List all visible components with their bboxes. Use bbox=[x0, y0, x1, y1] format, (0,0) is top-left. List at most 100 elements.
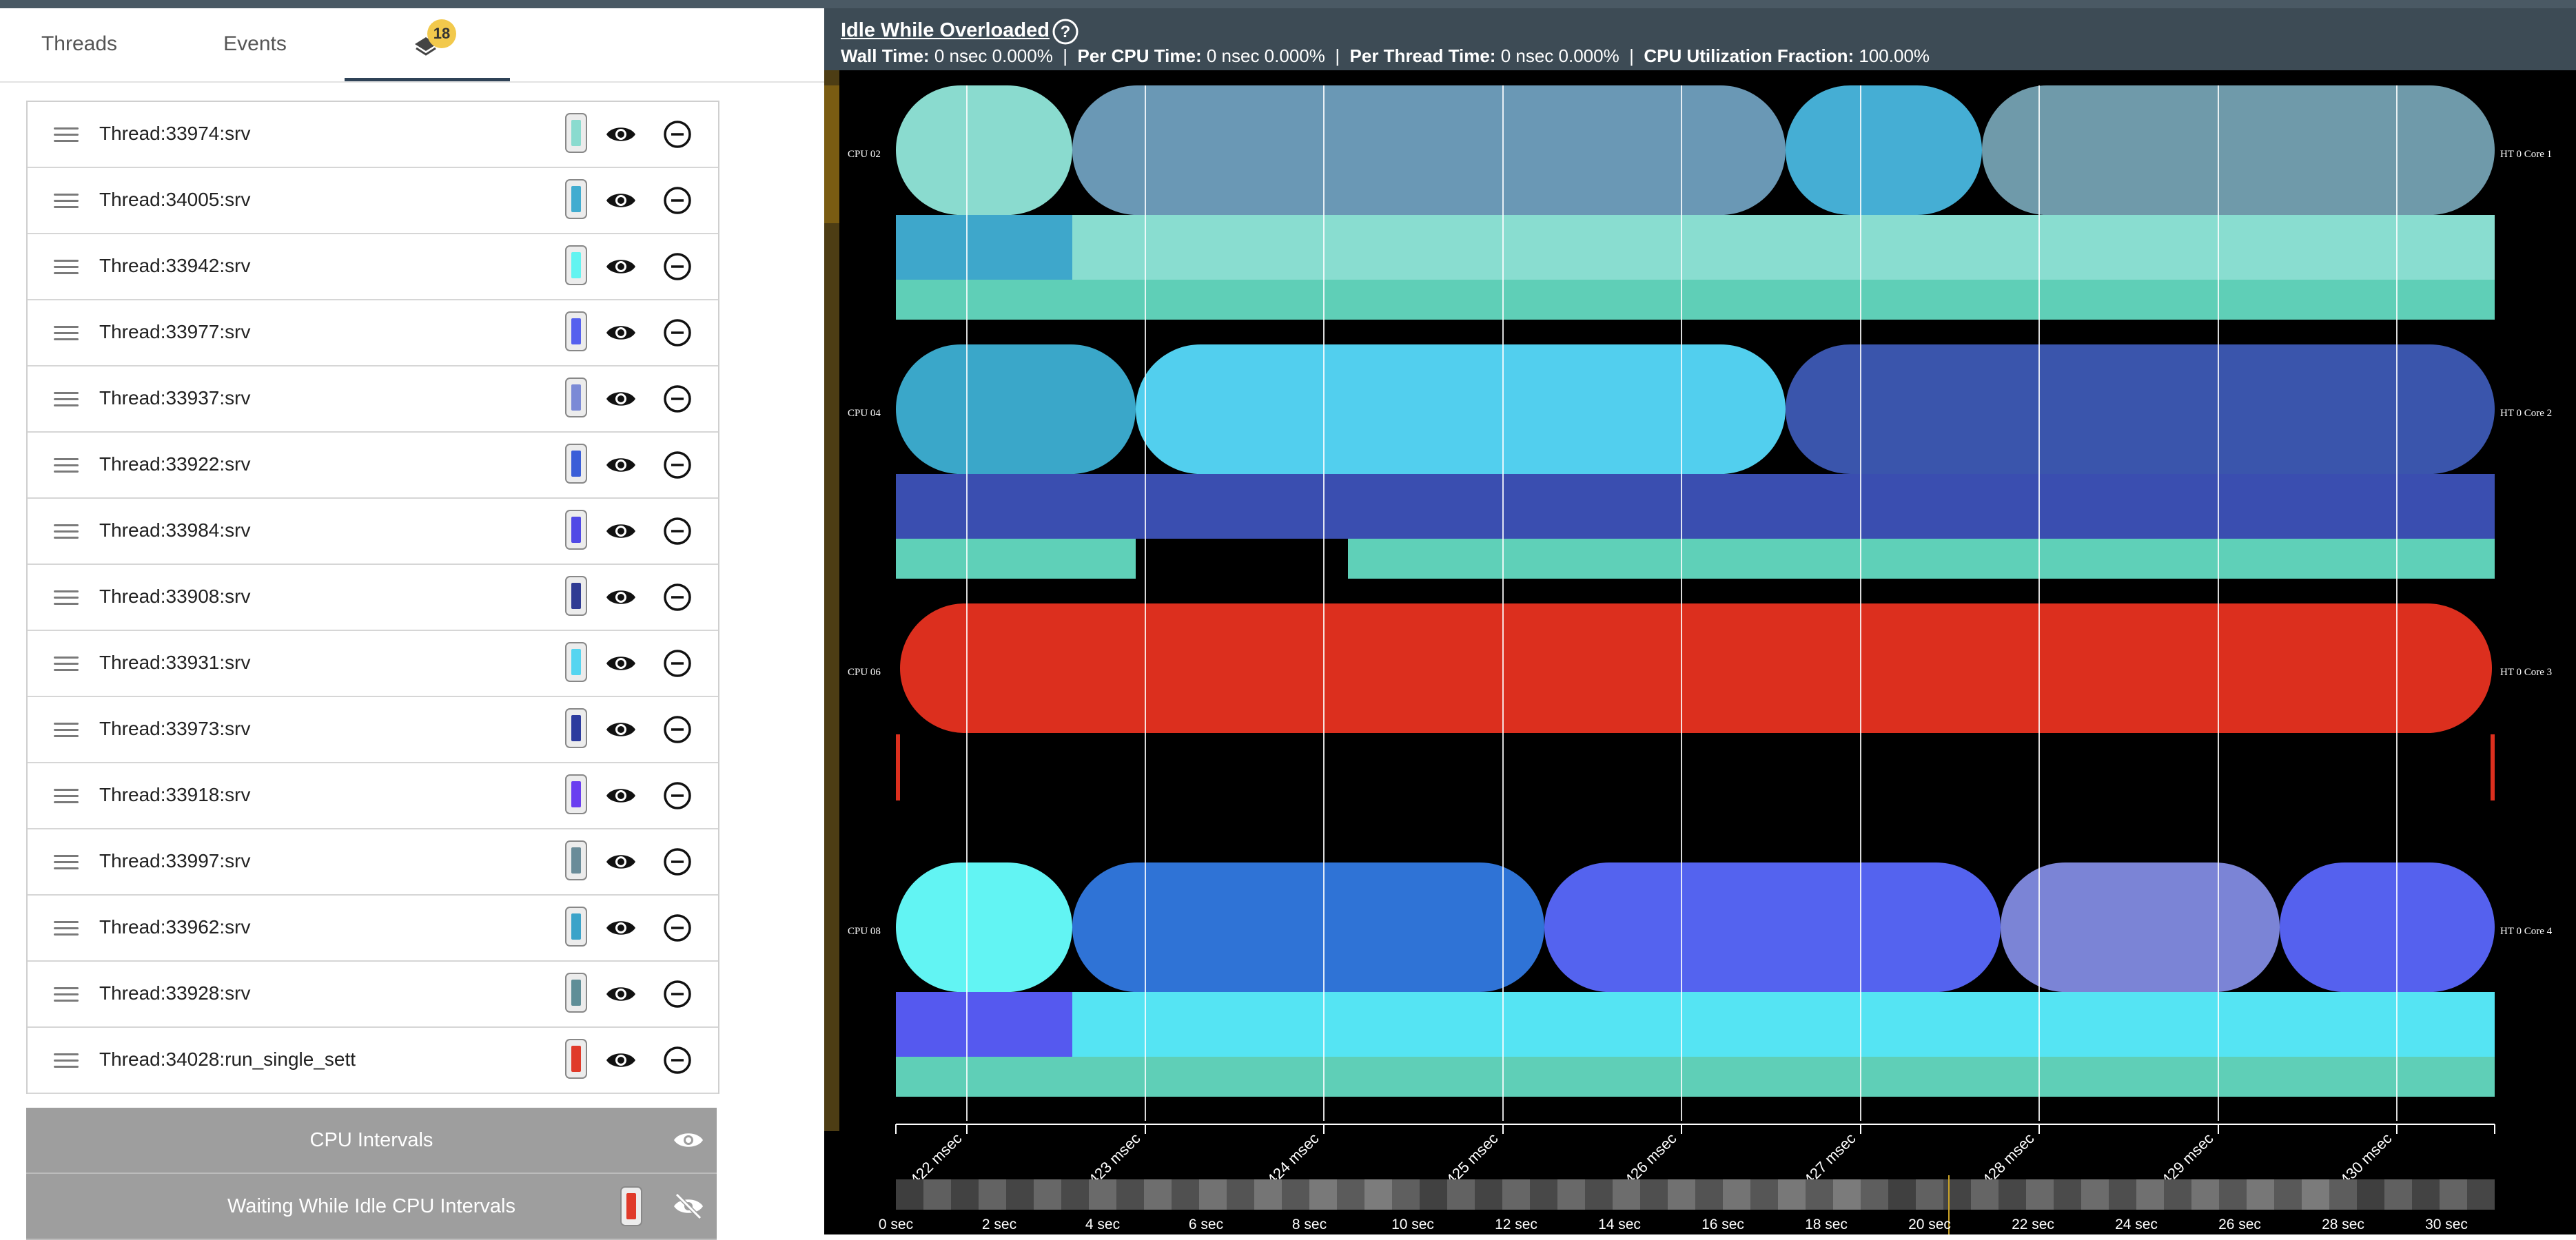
color-swatch[interactable] bbox=[565, 179, 587, 219]
overview-cell bbox=[1364, 1179, 1392, 1210]
thread-row[interactable]: Thread:33977:srv bbox=[28, 300, 718, 366]
thread-interval bbox=[896, 474, 2495, 539]
remove-icon[interactable] bbox=[663, 384, 692, 413]
thread-row[interactable]: Thread:33997:srv bbox=[28, 829, 718, 896]
drag-handle-icon[interactable] bbox=[54, 789, 79, 804]
eye-icon[interactable] bbox=[605, 387, 637, 411]
overview-cell bbox=[1116, 1179, 1144, 1210]
color-swatch[interactable] bbox=[565, 311, 587, 351]
remove-icon[interactable] bbox=[663, 186, 692, 215]
drag-handle-icon[interactable] bbox=[54, 326, 79, 341]
idle-interval bbox=[896, 280, 2495, 320]
thread-row[interactable]: Thread:33942:srv bbox=[28, 234, 718, 300]
color-swatch[interactable] bbox=[565, 973, 587, 1013]
color-swatch[interactable] bbox=[565, 1039, 587, 1079]
drag-handle-icon[interactable] bbox=[54, 194, 79, 209]
waiting-idle-intervals-bar[interactable]: Waiting While Idle CPU Intervals bbox=[26, 1174, 717, 1240]
remove-icon[interactable] bbox=[663, 649, 692, 678]
eye-icon[interactable] bbox=[673, 1128, 704, 1152]
drag-handle-icon[interactable] bbox=[54, 657, 79, 672]
remove-icon[interactable] bbox=[663, 913, 692, 942]
remove-icon[interactable] bbox=[663, 847, 692, 876]
remove-icon[interactable] bbox=[663, 1046, 692, 1075]
color-swatch[interactable] bbox=[565, 642, 587, 682]
overview-cell bbox=[1502, 1179, 1530, 1210]
eye-icon[interactable] bbox=[605, 1048, 637, 1072]
drag-handle-icon[interactable] bbox=[54, 723, 79, 738]
thread-row[interactable]: Thread:33962:srv bbox=[28, 896, 718, 962]
eye-icon[interactable] bbox=[605, 586, 637, 609]
drag-handle-icon[interactable] bbox=[54, 987, 79, 1002]
drag-handle-icon[interactable] bbox=[54, 524, 79, 539]
swatch-color bbox=[571, 583, 581, 609]
swatch-color bbox=[571, 913, 581, 940]
overview-cell bbox=[1971, 1179, 1999, 1210]
eye-icon[interactable] bbox=[605, 189, 637, 212]
eye-icon[interactable] bbox=[605, 453, 637, 477]
remove-icon[interactable] bbox=[663, 715, 692, 744]
color-swatch[interactable] bbox=[565, 510, 587, 550]
remove-icon[interactable] bbox=[663, 451, 692, 479]
drag-handle-icon[interactable] bbox=[54, 921, 79, 936]
color-swatch[interactable] bbox=[565, 245, 587, 285]
remove-icon[interactable] bbox=[663, 318, 692, 347]
thread-row[interactable]: Thread:33931:srv bbox=[28, 631, 718, 697]
thread-row[interactable]: Thread:34005:srv bbox=[28, 168, 718, 234]
drag-handle-icon[interactable] bbox=[54, 392, 79, 407]
color-swatch[interactable] bbox=[565, 444, 587, 484]
color-swatch[interactable] bbox=[565, 576, 587, 616]
thread-row[interactable]: Thread:33984:srv bbox=[28, 499, 718, 565]
drag-handle-icon[interactable] bbox=[54, 590, 79, 606]
thread-row[interactable]: Thread:33908:srv bbox=[28, 565, 718, 631]
cpu-label: CPU 08 bbox=[848, 926, 881, 937]
eye-icon[interactable] bbox=[605, 652, 637, 675]
color-swatch[interactable] bbox=[565, 774, 587, 814]
eye-icon[interactable] bbox=[605, 916, 637, 940]
remove-icon[interactable] bbox=[663, 517, 692, 546]
thread-row[interactable]: Thread:33974:srv bbox=[28, 102, 718, 168]
color-swatch[interactable] bbox=[565, 708, 587, 748]
eye-icon[interactable] bbox=[605, 784, 637, 807]
color-swatch[interactable] bbox=[565, 378, 587, 417]
drag-handle-icon[interactable] bbox=[54, 127, 79, 143]
tab-layers[interactable]: 18 bbox=[345, 8, 510, 81]
drag-handle-icon[interactable] bbox=[54, 260, 79, 275]
remove-icon[interactable] bbox=[663, 120, 692, 149]
color-swatch[interactable] bbox=[565, 113, 587, 153]
eye-icon[interactable] bbox=[605, 850, 637, 874]
overview-cell bbox=[2467, 1179, 2495, 1210]
tab-events[interactable]: Events bbox=[172, 8, 338, 81]
thread-row[interactable]: Thread:33937:srv bbox=[28, 366, 718, 433]
eye-icon[interactable] bbox=[605, 321, 637, 344]
eye-icon[interactable] bbox=[605, 123, 637, 146]
thread-row[interactable]: Thread:33922:srv bbox=[28, 433, 718, 499]
thread-row[interactable]: Thread:33918:srv bbox=[28, 763, 718, 829]
drag-handle-icon[interactable] bbox=[54, 458, 79, 473]
timeline-plot[interactable]: CPU 02 HT 0 Core 1 CPU 04 HT 0 Core 2 CPU 06… bbox=[824, 8, 2576, 1234]
color-swatch[interactable] bbox=[565, 907, 587, 947]
thread-row[interactable]: Thread:33973:srv bbox=[28, 697, 718, 763]
cpu-interval bbox=[1544, 862, 2001, 992]
cpu-interval bbox=[1786, 344, 2495, 474]
remove-icon[interactable] bbox=[663, 583, 692, 612]
tab-threads[interactable]: Threads bbox=[0, 8, 159, 81]
overview-cell bbox=[979, 1179, 1006, 1210]
eye-icon[interactable] bbox=[605, 519, 637, 543]
thread-row[interactable]: Thread:34028:run_single_sett bbox=[28, 1028, 718, 1094]
color-swatch[interactable] bbox=[620, 1186, 642, 1226]
cpu-intervals-bar[interactable]: CPU Intervals bbox=[26, 1108, 717, 1174]
overview-cell bbox=[2136, 1179, 2164, 1210]
eye-icon[interactable] bbox=[605, 255, 637, 278]
core-label: HT 0 Core 3 bbox=[2500, 667, 2552, 678]
remove-icon[interactable] bbox=[663, 781, 692, 810]
drag-handle-icon[interactable] bbox=[54, 1053, 79, 1068]
eye-icon[interactable] bbox=[605, 982, 637, 1006]
remove-icon[interactable] bbox=[663, 252, 692, 281]
color-swatch[interactable] bbox=[565, 840, 587, 880]
remove-icon[interactable] bbox=[663, 980, 692, 1009]
eye-off-icon[interactable] bbox=[673, 1193, 704, 1219]
drag-handle-icon[interactable] bbox=[54, 855, 79, 870]
eye-icon[interactable] bbox=[605, 718, 637, 741]
thread-row[interactable]: Thread:33928:srv bbox=[28, 962, 718, 1028]
overview-cell bbox=[923, 1179, 951, 1210]
